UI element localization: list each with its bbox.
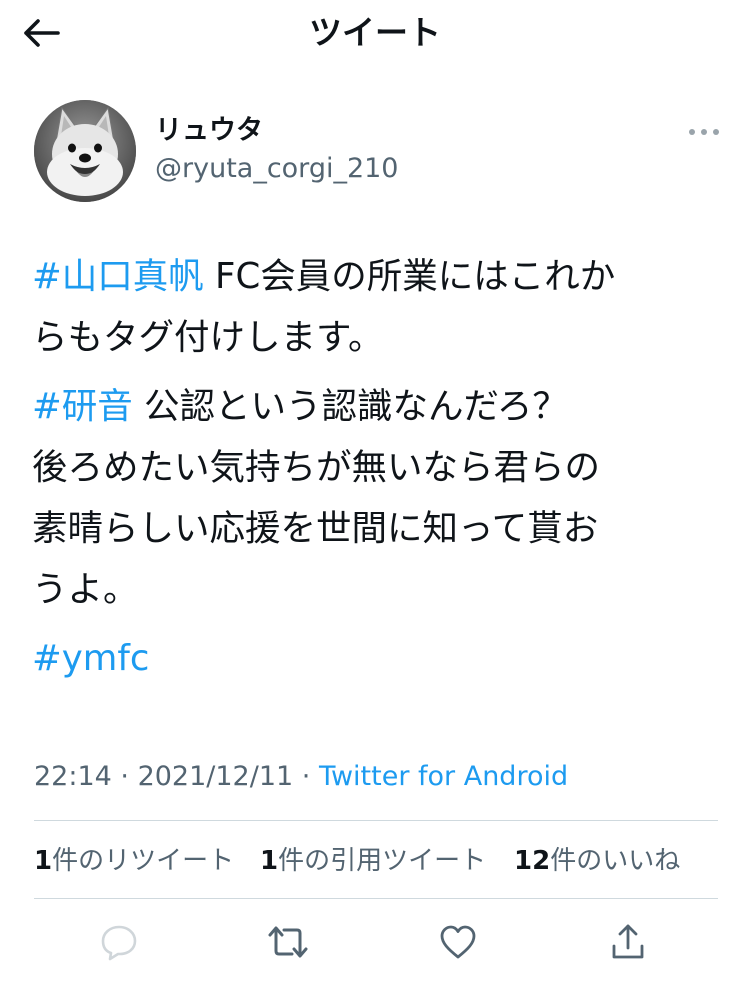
tweet-text-segment: 公認という認識なんだろ？ (132, 386, 568, 427)
retweet-button[interactable] (260, 912, 316, 972)
retweets-stat[interactable]: 1件のリツイート (34, 844, 234, 878)
retweets-count: 1 (34, 846, 53, 876)
reply-icon (101, 925, 137, 961)
retweets-label: 件のリツイート (52, 846, 235, 876)
tweet-line: #山口真帆 FC会員の所業にはこれか (32, 246, 722, 307)
more-options-button[interactable] (684, 120, 724, 144)
tweet-line: 素晴らしい応援を世間に知って貰お (32, 508, 599, 549)
likes-count: 12 (514, 846, 551, 876)
share-button[interactable] (600, 912, 656, 972)
divider (34, 820, 718, 821)
tweet-line: らもタグ付けします。 (32, 317, 384, 358)
tweet-source-link[interactable]: Twitter for Android (319, 761, 568, 792)
tweet-line: うよ。 (32, 569, 139, 610)
top-bar: ツイート (0, 0, 750, 74)
more-horizontal-icon (689, 129, 719, 135)
tweet-actions (0, 912, 750, 972)
separator: · (111, 761, 138, 792)
tweet-date[interactable]: 2021/12/11 (138, 761, 294, 792)
tweet-text-segment: FC会員の所業にはこれか (203, 256, 616, 297)
divider (34, 898, 718, 899)
hashtag-link[interactable]: #山口真帆 (32, 256, 204, 297)
tweet-paragraph: #山口真帆 FC会員の所業にはこれか らもタグ付けします。 (32, 246, 722, 368)
reply-button[interactable] (91, 912, 147, 972)
corgi-avatar-image (34, 100, 136, 202)
retweet-icon (268, 926, 308, 958)
heart-icon (440, 925, 476, 959)
separator: · (293, 761, 319, 792)
likes-label: 件のいいね (550, 846, 681, 876)
avatar[interactable] (34, 100, 136, 202)
display-name[interactable]: リュウタ (155, 114, 263, 148)
tweet-line: 後ろめたい気持ちが無いなら君らの (32, 447, 601, 488)
tweet-line: #研音 公認という認識なんだろ？ (32, 376, 722, 437)
tweet-text: #山口真帆 FC会員の所業にはこれか らもタグ付けします。 #研音 公認という認… (32, 246, 722, 697)
quotes-count: 1 (260, 846, 279, 876)
tweet-paragraph: #研音 公認という認識なんだろ？ 後ろめたい気持ちが無いなら君らの 素晴らしい応… (32, 376, 722, 620)
quotes-stat[interactable]: 1件の引用ツイート (260, 844, 486, 878)
tweet-author: リュウタ @ryuta_corgi_210 (34, 98, 724, 208)
like-button[interactable] (430, 912, 486, 972)
tweet-time[interactable]: 22:14 (34, 761, 112, 792)
share-icon (612, 924, 644, 959)
page-title: ツイート (309, 13, 441, 52)
likes-stat[interactable]: 12件のいいね (514, 844, 680, 878)
user-handle[interactable]: @ryuta_corgi_210 (155, 152, 399, 186)
tweet-timestamp: 22:14 · 2021/12/11 · Twitter for Android (34, 760, 568, 794)
hashtag-link[interactable]: #研音 (32, 386, 133, 427)
quotes-label: 件の引用ツイート (278, 846, 487, 876)
tweet-paragraph: #ymfc (32, 628, 722, 689)
hashtag-link[interactable]: #ymfc (32, 638, 149, 679)
tweet-line: #ymfc (32, 628, 722, 689)
